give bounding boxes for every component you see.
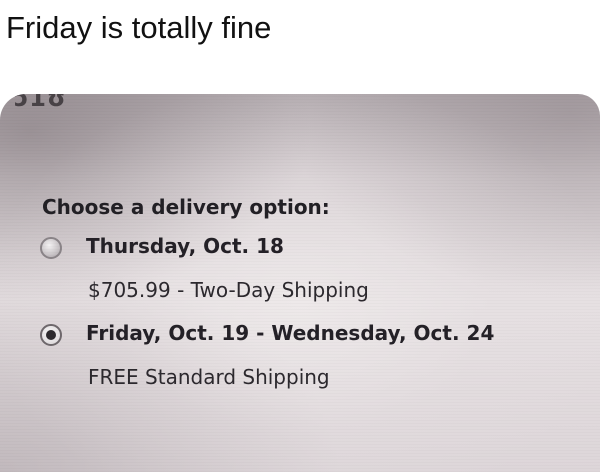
radio-selected-icon[interactable] — [40, 324, 62, 346]
meme-caption: Friday is totally fine — [6, 10, 272, 45]
radio-dot-icon — [46, 330, 56, 340]
screen-photo: ɔ1ʊ Choose a delivery option: Thursday, … — [0, 94, 600, 472]
radio-unselected-icon[interactable] — [40, 237, 62, 259]
delivery-option-date: Thursday, Oct. 18 — [86, 234, 284, 258]
delivery-heading: Choose a delivery option: — [42, 195, 330, 219]
delivery-option-detail: $705.99 - Two-Day Shipping — [88, 278, 369, 302]
delivery-option-date: Friday, Oct. 19 - Wednesday, Oct. 24 — [86, 321, 495, 345]
delivery-option-detail: FREE Standard Shipping — [88, 365, 330, 389]
cutoff-text: ɔ1ʊ — [14, 94, 67, 112]
